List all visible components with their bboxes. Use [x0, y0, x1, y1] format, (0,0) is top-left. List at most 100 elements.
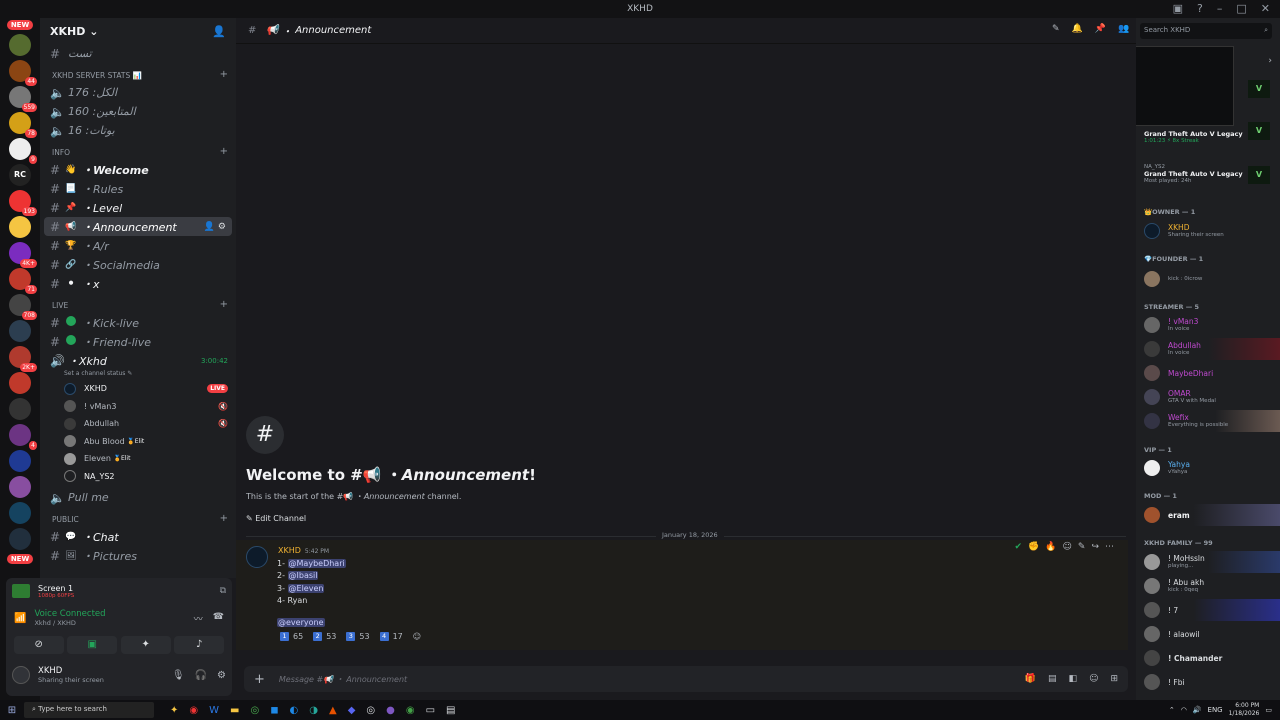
gif-icon[interactable]: ▤: [1048, 674, 1057, 684]
taskbar-search[interactable]: ⌕ Type here to search: [24, 702, 154, 718]
search-input[interactable]: Search XKHD ⌕: [1140, 23, 1272, 39]
server-icon[interactable]: 2K+: [9, 346, 37, 372]
user-mention[interactable]: @Ibasil: [287, 571, 319, 581]
add-reaction-icon[interactable]: ☺: [413, 632, 421, 641]
edit-channel-button[interactable]: ✎ Edit Channel: [246, 514, 536, 523]
add-friend-icon[interactable]: 👤: [212, 25, 226, 38]
reaction[interactable]: 1 65: [280, 632, 303, 641]
chrome-icon[interactable]: ◉: [406, 705, 415, 716]
more-icon[interactable]: ⋯: [1105, 542, 1114, 552]
minimize-icon[interactable]: –: [1217, 2, 1223, 15]
member-item[interactable]: Abdullah In voice: [1136, 338, 1280, 360]
server-icon[interactable]: 559: [9, 86, 37, 112]
maximize-icon[interactable]: □: [1236, 2, 1246, 15]
noise-suppression-icon[interactable]: 〰: [194, 612, 203, 625]
member-item[interactable]: MaybeDhari: [1136, 362, 1280, 384]
camera-off-button[interactable]: ⊘: [13, 636, 64, 654]
server-icon[interactable]: 4: [9, 424, 37, 450]
member-item[interactable]: Wefix Everything is possible: [1136, 410, 1280, 432]
windows-start-icon[interactable]: ⊞: [0, 705, 24, 716]
discord-icon[interactable]: ◆: [348, 705, 356, 716]
app-icon[interactable]: ◐: [290, 705, 299, 716]
edit-icon[interactable]: ✎: [1078, 542, 1086, 552]
server-icon[interactable]: [9, 372, 31, 394]
channel-item-announcement[interactable]: # 📢 ・Announcement 👤 ⚙: [44, 217, 232, 236]
channel-item[interactable]: # تست: [40, 44, 236, 63]
voice-user[interactable]: ! vMan3 🔇: [40, 398, 236, 416]
add-reaction-icon[interactable]: ☺: [1063, 542, 1072, 552]
voice-channel-xkhd[interactable]: 🔊 ・Xkhd 3:00:42: [40, 351, 236, 370]
app-icon[interactable]: ▲: [329, 705, 337, 716]
channel-item-rules[interactable]: # 📃 ・Rules: [40, 179, 236, 198]
member-item[interactable]: ! alaowil: [1136, 623, 1280, 645]
voice-stat-channel[interactable]: 🔈 بوتات: 16: [40, 121, 236, 140]
microphone-icon[interactable]: 🎙: [172, 670, 185, 681]
app-icon[interactable]: ▭: [426, 705, 435, 716]
server-icon[interactable]: RC: [9, 164, 31, 186]
voice-stat-channel[interactable]: 🔈 المتابعين: 160: [40, 102, 236, 121]
member-item[interactable]: ! Chamander: [1136, 647, 1280, 669]
voice-user[interactable]: Abu Blood 🏅Elit: [40, 433, 236, 451]
server-icon[interactable]: 9: [9, 138, 37, 164]
notification-icon[interactable]: ▭: [1265, 706, 1272, 714]
server-icon[interactable]: 71: [9, 268, 37, 294]
inbox-icon[interactable]: ▣: [1173, 2, 1183, 15]
attach-icon[interactable]: +: [254, 672, 265, 687]
member-item[interactable]: Yahya vYahya: [1136, 457, 1280, 479]
word-icon[interactable]: W: [209, 705, 219, 716]
channel-item-friend-live[interactable]: # ・Friend-live: [40, 332, 236, 351]
member-item[interactable]: ! Abu akh kick : 0qeq: [1136, 575, 1280, 597]
members-icon[interactable]: 👥: [1118, 24, 1129, 34]
game-activity[interactable]: Grand Theft Auto V Legacy 1:01:23 ⚡ 8x S…: [1144, 130, 1243, 144]
channel-item-pictures[interactable]: # 🖼 ・Pictures: [40, 546, 236, 565]
apps-icon[interactable]: ⊞: [1110, 674, 1118, 684]
explorer-icon[interactable]: ▬: [230, 705, 239, 716]
popout-icon[interactable]: ⧉: [220, 586, 226, 596]
sticker-icon[interactable]: ◧: [1069, 674, 1078, 684]
check-icon[interactable]: ✔: [1015, 542, 1023, 552]
volume-icon[interactable]: 🔊: [1193, 706, 1202, 714]
fire-icon[interactable]: 🔥: [1045, 542, 1056, 552]
channel-item-socialmedia[interactable]: # 🔗 ・Socialmedia: [40, 255, 236, 274]
server-icon[interactable]: 78: [9, 112, 37, 138]
category-public[interactable]: PUBLIC +: [40, 507, 236, 527]
category-info[interactable]: INFO +: [40, 140, 236, 160]
server-icon[interactable]: [9, 476, 31, 498]
gear-icon[interactable]: ⚙: [217, 670, 226, 681]
app-icon[interactable]: ◉: [189, 705, 198, 716]
headphones-icon[interactable]: 🎧: [195, 670, 207, 681]
chevron-right-icon[interactable]: ›: [1268, 56, 1272, 66]
emoji-icon[interactable]: ☺: [1089, 674, 1098, 684]
outlook-icon[interactable]: ◼: [270, 705, 278, 716]
help-icon[interactable]: ?: [1197, 2, 1203, 15]
pin-icon[interactable]: 📌: [1095, 24, 1106, 34]
app-icon[interactable]: ◎: [366, 705, 375, 716]
category-live[interactable]: LIVE +: [40, 293, 236, 313]
server-icon[interactable]: [9, 502, 31, 524]
server-icon[interactable]: 708: [9, 294, 37, 320]
server-icon[interactable]: [9, 450, 31, 472]
server-icon[interactable]: [9, 34, 31, 56]
gift-icon[interactable]: 🎁: [1025, 674, 1036, 684]
share-screen-button[interactable]: ▣: [67, 636, 118, 654]
guild-header[interactable]: XKHD ⌄ 👤: [40, 18, 236, 44]
chrome-icon[interactable]: ◎: [250, 705, 259, 716]
member-item[interactable]: ! Fbi: [1136, 671, 1280, 693]
bell-icon[interactable]: 🔔: [1072, 24, 1083, 34]
voice-user[interactable]: XKHD LIVE: [40, 380, 236, 398]
voice-connection[interactable]: 📶 Voice Connected Xkhd / XKHD 〰 ☎: [6, 604, 232, 632]
voice-channel-pullme[interactable]: 🔈 Pull me: [40, 488, 236, 507]
app-icon[interactable]: ●: [386, 705, 395, 716]
member-item[interactable]: eram: [1136, 504, 1280, 526]
message-input[interactable]: Message #📢 ・ Announcement: [279, 674, 407, 685]
copilot-icon[interactable]: ✦: [170, 705, 178, 716]
member-item[interactable]: ! vMan3 In voice: [1136, 314, 1280, 336]
app-icon[interactable]: ▤: [446, 705, 455, 716]
reaction[interactable]: 2 53: [313, 632, 336, 641]
everyone-mention[interactable]: @everyone: [277, 618, 325, 627]
forward-icon[interactable]: ↪: [1091, 542, 1099, 552]
message-composer[interactable]: + Message #📢 ・ Announcement 🎁 ▤ ◧ ☺ ⊞: [244, 666, 1128, 692]
reaction[interactable]: 4 17: [379, 632, 403, 641]
member-item[interactable]: ! MoHssln playing...: [1136, 551, 1280, 573]
channel-item-chat[interactable]: # 💬 ・Chat: [40, 527, 236, 546]
